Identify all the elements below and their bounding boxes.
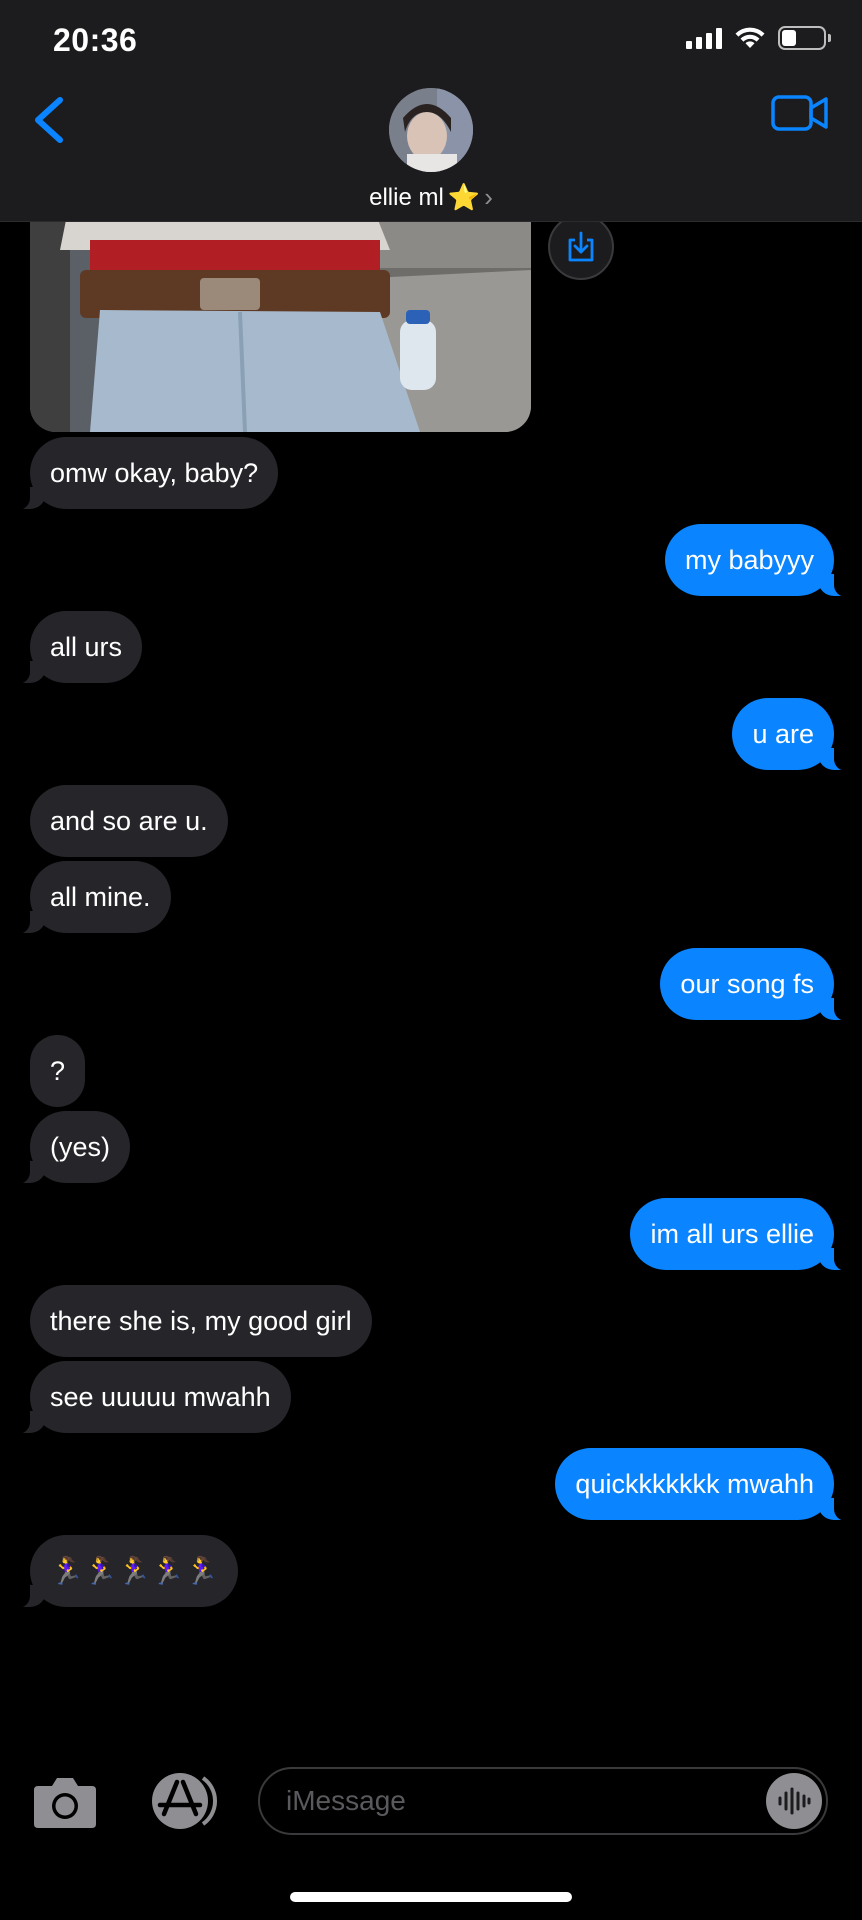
message-bubble-incoming[interactable]: all urs bbox=[7, 611, 143, 684]
app-store-button[interactable] bbox=[140, 1768, 220, 1834]
camera-icon bbox=[34, 1778, 96, 1828]
message-text: im all urs ellie bbox=[650, 1219, 814, 1249]
message-text: there she is, my good girl bbox=[50, 1306, 352, 1336]
save-download-icon bbox=[568, 231, 594, 262]
chevron-right-icon: › bbox=[484, 182, 493, 212]
message-bubble-outgoing[interactable]: my babyyy bbox=[664, 524, 857, 597]
message-text: u are bbox=[752, 719, 814, 749]
contact-info-button[interactable]: ellie ml ⭐ › bbox=[0, 88, 862, 213]
message-text: 🏃‍♀️🏃‍♀️🏃‍♀️🏃‍♀️🏃‍♀️ bbox=[50, 1556, 219, 1586]
signal-icon bbox=[686, 27, 722, 49]
message-text: our song fs bbox=[680, 969, 814, 999]
battery-icon bbox=[778, 26, 831, 50]
battery-level bbox=[782, 30, 796, 46]
imessage-input[interactable]: iMessage bbox=[258, 1767, 828, 1835]
video-camera-icon bbox=[771, 95, 828, 131]
facetime-video-button[interactable] bbox=[770, 88, 830, 138]
message-text: and so are u. bbox=[50, 806, 208, 836]
message-text: quickkkkkkk mwahh bbox=[575, 1469, 814, 1499]
message-text: (yes) bbox=[50, 1132, 110, 1162]
contact-avatar bbox=[389, 88, 473, 172]
message-text: ? bbox=[50, 1056, 66, 1086]
contact-name: ellie ml bbox=[369, 183, 444, 211]
status-time: 20:36 bbox=[53, 22, 138, 58]
status-icons bbox=[686, 26, 831, 50]
message-text: see uuuuu mwahh bbox=[50, 1382, 271, 1412]
message-bubble-incoming[interactable]: all mine. bbox=[8, 861, 171, 934]
message-bubble-outgoing[interactable]: im all urs ellie bbox=[630, 1198, 856, 1271]
wifi-icon bbox=[735, 27, 765, 48]
message-bubble-incoming[interactable]: there she is, my good girl bbox=[30, 1285, 372, 1357]
star-emoji: ⭐ bbox=[447, 182, 481, 212]
message-bubble-incoming[interactable]: (yes) bbox=[8, 1111, 130, 1184]
message-bubble-outgoing[interactable]: our song fs bbox=[660, 948, 856, 1021]
message-bubble-outgoing[interactable]: quickkkkkkk mwahh bbox=[555, 1448, 856, 1521]
conversation-header: 20:36 ellie ml ⭐ › bbox=[0, 0, 862, 222]
message-bubble-outgoing[interactable]: u are bbox=[732, 698, 856, 771]
camera-button[interactable] bbox=[32, 1772, 98, 1830]
contact-name-row: ellie ml ⭐ › bbox=[369, 182, 493, 213]
audio-waveform-icon bbox=[778, 1787, 811, 1815]
home-indicator bbox=[290, 1892, 572, 1902]
save-attachment-button[interactable] bbox=[548, 214, 614, 280]
message-bubble-incoming[interactable]: ? bbox=[30, 1035, 86, 1107]
message-text: my babyyy bbox=[684, 545, 814, 575]
input-placeholder: iMessage bbox=[286, 1785, 406, 1816]
attachment-photo bbox=[30, 200, 531, 432]
message-bubble-incoming[interactable]: and so are u. bbox=[30, 785, 228, 857]
message-bubble-incoming[interactable]: 🏃‍♀️🏃‍♀️🏃‍♀️🏃‍♀️🏃‍♀️ bbox=[7, 1535, 239, 1608]
message-bubble-incoming[interactable]: see uuuuu mwahh bbox=[8, 1361, 291, 1434]
audio-message-button[interactable] bbox=[766, 1773, 822, 1829]
photo-attachment[interactable] bbox=[30, 200, 531, 432]
message-text: all mine. bbox=[50, 882, 151, 912]
message-text: omw okay, baby? bbox=[50, 458, 259, 488]
message-text: all urs bbox=[50, 632, 123, 662]
app-store-icon bbox=[152, 1773, 217, 1829]
message-bubble-incoming[interactable]: omw okay, baby? bbox=[7, 437, 279, 510]
